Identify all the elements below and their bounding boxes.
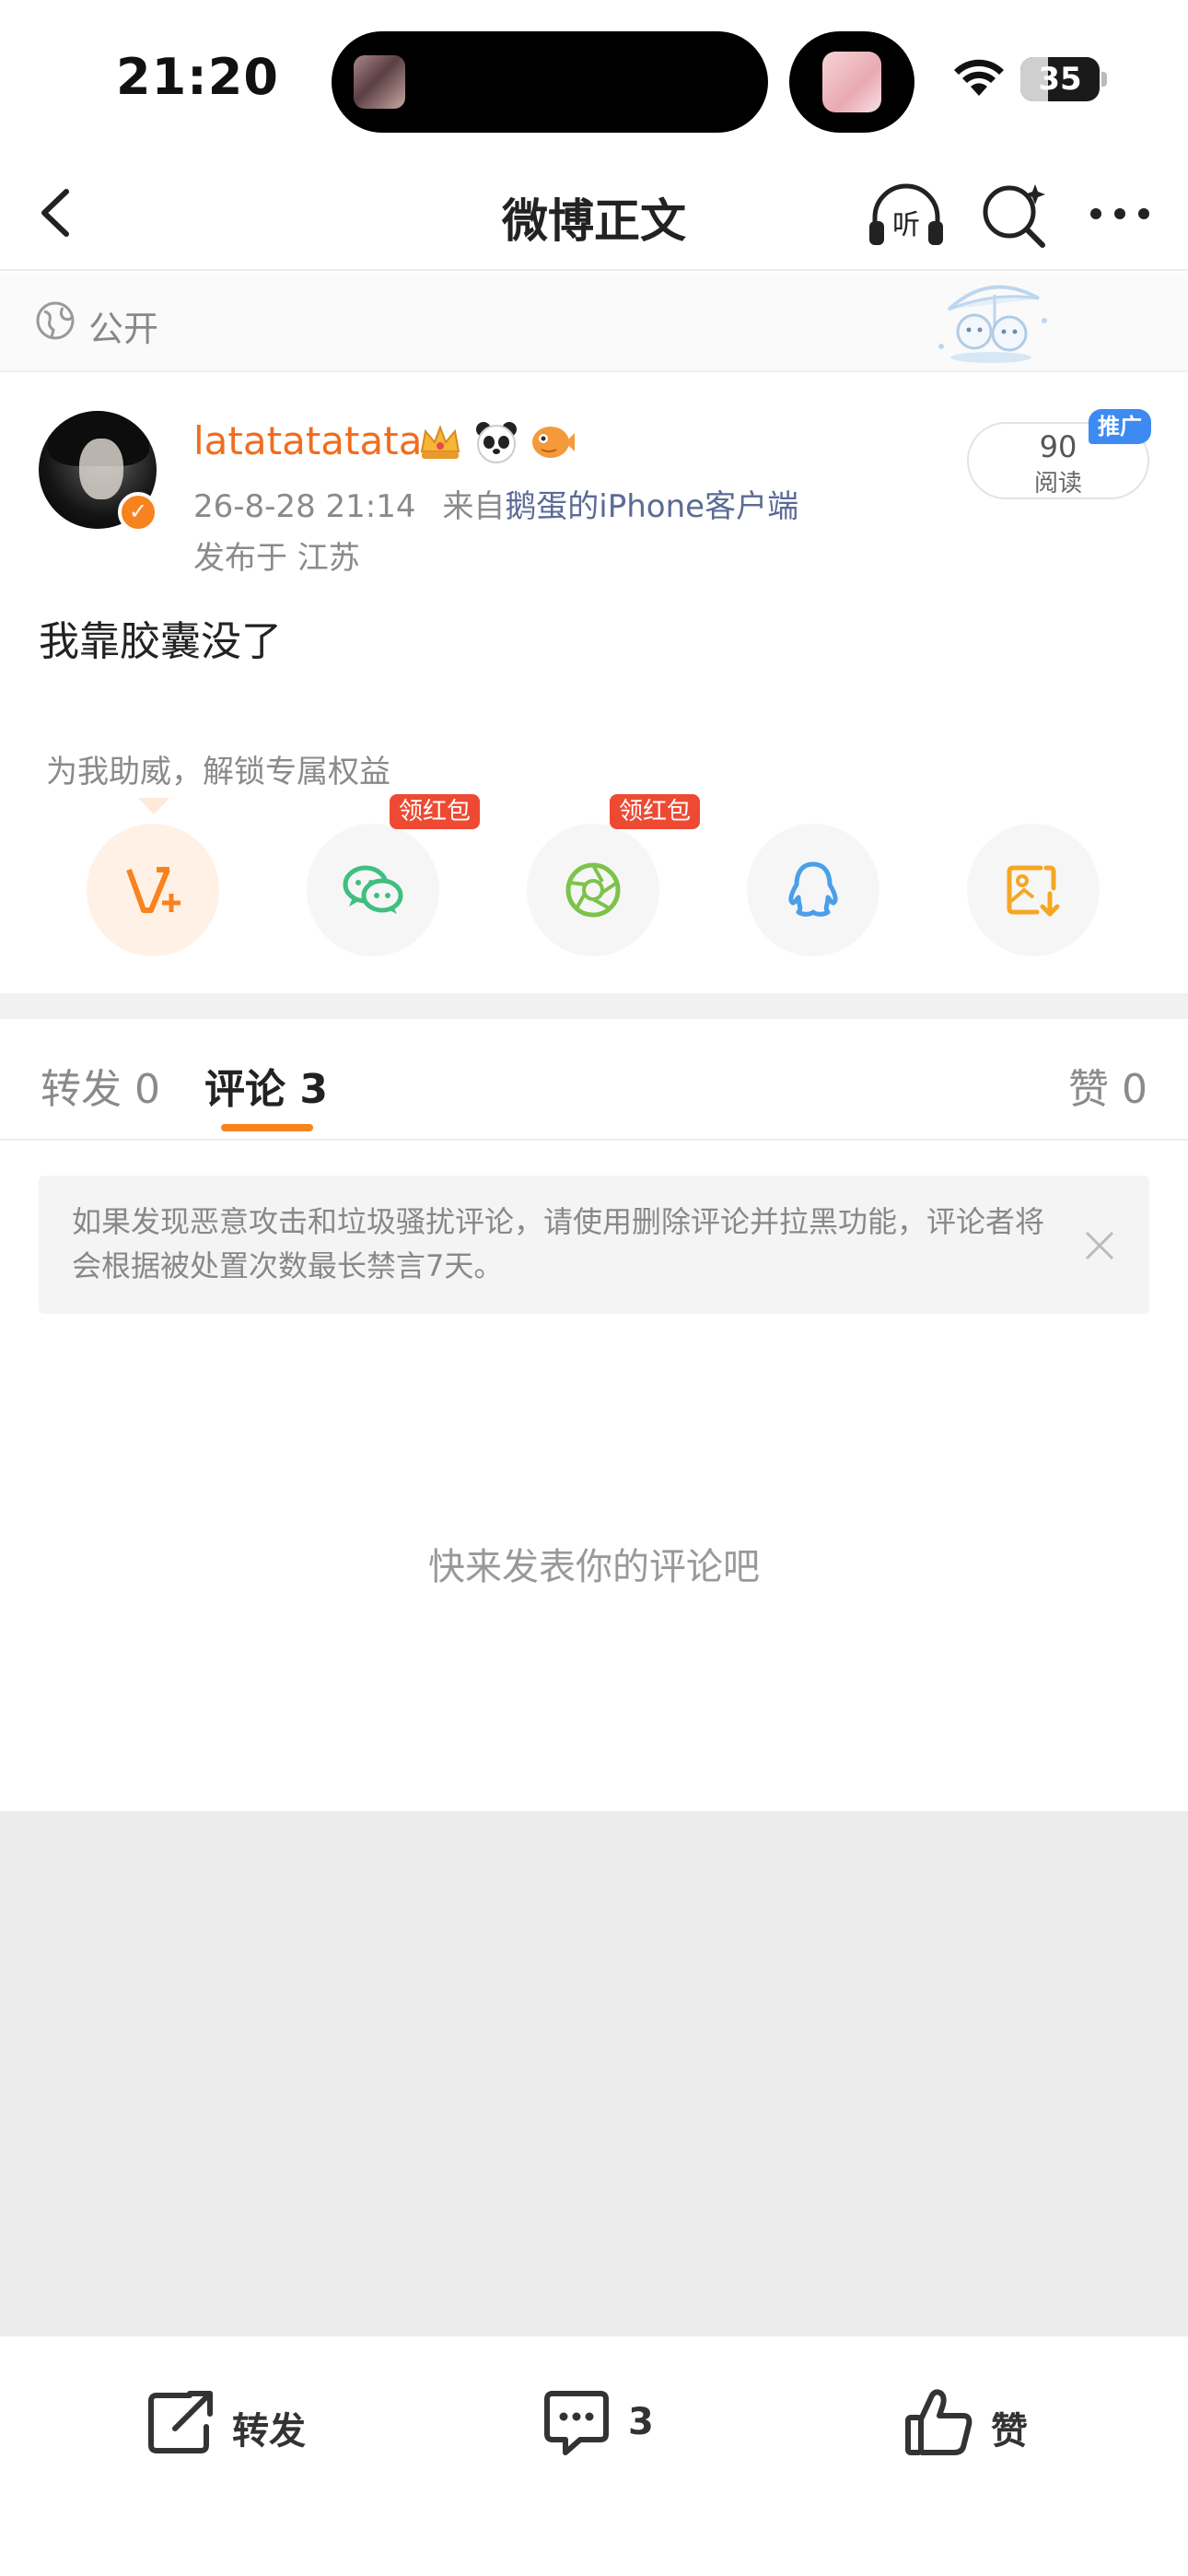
read-label: 阅读 [1033,470,1082,498]
comment-count: 3 [628,2401,654,2443]
tab-comments[interactable]: 评论 3 [204,1056,328,1115]
share-hint: 为我助威，解锁专属权益 [46,754,390,790]
like-button[interactable]: 赞 [903,2373,1050,2465]
like-label: 赞 [991,2410,1028,2453]
section-divider [0,993,1188,1019]
comment-button[interactable]: 3 [540,2373,687,2465]
hint-arrow-icon [138,798,169,814]
verified-badge-icon: ✓ [118,492,158,533]
dynamic-island[interactable] [332,31,768,133]
crown-badge-icon [420,425,460,459]
repost-icon [148,2391,213,2453]
battery-tip [1101,72,1107,87]
wifi-icon [954,59,1004,96]
live-activity-pill[interactable] [789,31,914,133]
search-sparkle-icon[interactable] [976,177,1054,251]
repost-button[interactable]: 转发 [144,2373,346,2465]
live-activity-thumbnail [822,52,881,112]
interaction-tabs: 转发 0 评论 3 赞 0 [0,1019,1188,1141]
post-meta: 26-8-28 21:14 来自鹅蛋的iPhone客户端 [193,481,798,526]
thumbs-up-icon [905,2389,973,2455]
empty-gray-area [0,1811,1188,2336]
battery-percent: 35 [1038,61,1082,98]
share-row: 领红包 领红包 [0,794,1188,964]
post-source-prefix: 来自 [442,488,506,525]
tab-repost[interactable]: 转发 0 [41,1056,160,1115]
now-playing-thumbnail [354,55,405,109]
red-packet-tag: 领红包 [390,794,481,829]
share-weibo-vip-button[interactable] [87,824,219,956]
username[interactable]: latatatatata [193,418,422,463]
qq-penguin-icon [788,861,838,917]
visibility-label: 公开 [88,309,159,349]
post-text: 我靠胶囊没了 [39,618,282,665]
vip-plus-icon [126,867,181,913]
panda-badge-icon [476,422,518,463]
listen-label: 听 [892,209,920,241]
empty-comments-text[interactable]: 快来发表你的评论吧 [0,1537,1188,1590]
notice-text: 如果发现恶意攻击和垃圾骚扰评论，请使用删除评论并拉黑功能，评论者将会根据被处置次… [72,1204,1045,1283]
visibility-bar: 公开 [0,273,1188,372]
promote-tag[interactable]: 推广 [1089,409,1151,444]
share-moments-button[interactable]: 领红包 [527,794,701,956]
avatar-face [79,439,123,499]
bottom-action-bar: 转发 3 赞 [0,2336,1188,2576]
more-icon[interactable] [1083,177,1157,251]
post-location: 发布于 江苏 [193,540,360,577]
battery-indicator: 35 [1020,57,1100,101]
post-source-link[interactable]: 鹅蛋的iPhone客户端 [505,488,798,525]
post-date: 26-8-28 21:14 [193,488,416,525]
save-image-button[interactable] [967,824,1100,956]
nav-bar: 微博正文 听 [0,157,1188,271]
save-image-icon [1007,865,1060,917]
active-tab-indicator [221,1124,313,1131]
status-bar: 21:20 35 [0,0,1188,157]
status-time: 21:20 [116,48,279,106]
share-qq-button[interactable] [747,824,879,956]
tab-likes[interactable]: 赞 0 [1068,1056,1147,1115]
comment-notice: 如果发现恶意攻击和垃圾骚扰评论，请使用删除评论并拉黑功能，评论者将会根据被处置次… [39,1176,1149,1314]
comment-icon [544,2391,609,2455]
listen-headphones-icon[interactable]: 听 [866,177,947,251]
close-icon[interactable] [1077,1224,1122,1268]
umbrella-bunnies-sticker-icon [938,285,1047,363]
wechat-icon [343,865,403,914]
globe-icon [36,301,75,340]
user-badges[interactable] [416,418,580,466]
red-packet-tag: 领红包 [610,794,701,829]
moments-aperture-icon [565,862,621,918]
repost-label: 转发 [232,2410,306,2453]
fish-badge-icon [532,427,576,458]
share-wechat-button[interactable]: 领红包 [307,794,481,956]
